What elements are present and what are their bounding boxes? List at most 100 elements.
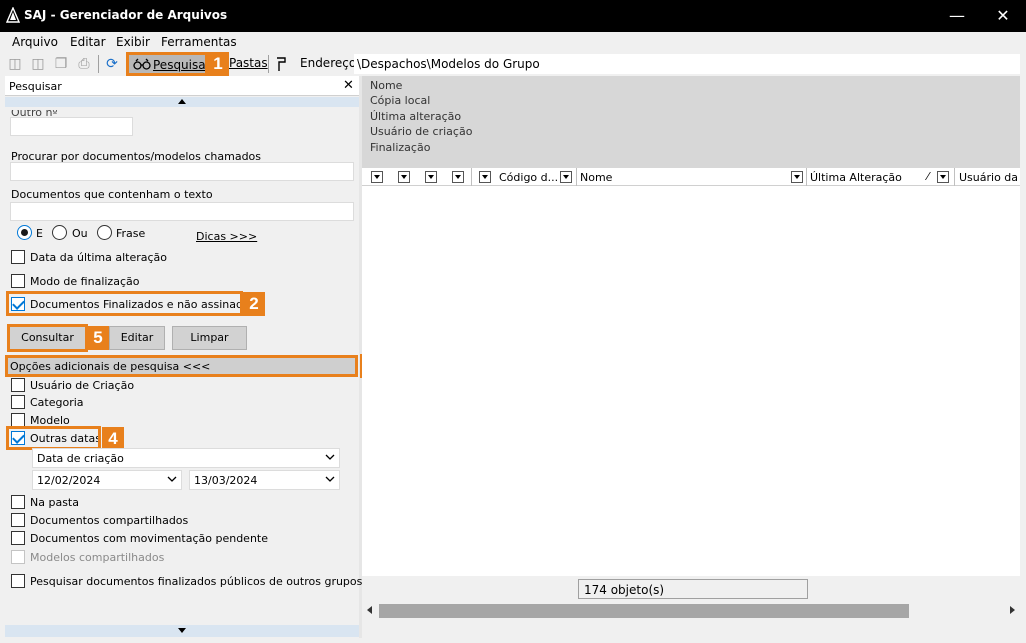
column-code[interactable]: Código d... — [499, 171, 558, 184]
public-finalized-checkbox[interactable] — [11, 574, 25, 588]
badge-5: 5 — [87, 326, 109, 350]
last-change-date-label: Data da última alteração — [30, 251, 167, 264]
scroll-up-button[interactable] — [5, 97, 359, 107]
menu-bar: Arquivo Editar Exibir Ferramentas — [0, 32, 1026, 52]
object-count: 174 objeto(s) — [578, 579, 808, 599]
column-filter-dropdown[interactable] — [560, 171, 572, 183]
info-last-change-label: Última alteração — [370, 110, 462, 123]
folders-button[interactable]: Pastas — [229, 56, 268, 70]
date-from-picker[interactable]: 12/02/2024 — [32, 470, 182, 490]
other-number-input[interactable] — [10, 117, 133, 136]
highlight-1 — [126, 52, 208, 76]
radio-and[interactable] — [17, 225, 32, 240]
file-grid[interactable] — [362, 186, 1020, 576]
saj-logo-icon — [6, 7, 20, 23]
finalization-mode-checkbox[interactable] — [11, 274, 25, 288]
column-filter-dropdown[interactable] — [398, 171, 410, 183]
pending-docs-checkbox[interactable] — [11, 531, 25, 545]
column-name[interactable]: Nome — [580, 171, 612, 184]
toolbar-separator — [268, 55, 269, 73]
last-change-date-checkbox[interactable] — [11, 250, 25, 264]
radio-phrase[interactable] — [97, 225, 112, 240]
chevron-down-icon — [325, 454, 335, 460]
category-checkbox[interactable] — [11, 395, 25, 409]
model-checkbox[interactable] — [11, 413, 25, 427]
print-icon[interactable]: ⎙ — [75, 55, 93, 73]
tips-link[interactable]: Dicas >>> — [196, 230, 257, 243]
search-panel: Pesquisar ✕ Outro nº Procurar por docume… — [5, 76, 382, 638]
copy-icon[interactable]: ❐ — [52, 55, 70, 73]
edit-button[interactable]: Editar — [109, 326, 165, 350]
minimize-button[interactable]: — — [934, 0, 980, 32]
search-by-name-input[interactable] — [10, 162, 354, 181]
column-creator-user[interactable]: Usuário da — [959, 171, 1018, 184]
shared-models-checkbox — [11, 550, 25, 564]
info-name-label: Nome — [370, 79, 403, 92]
menu-ferramentas[interactable]: Ferramentas — [161, 35, 237, 49]
column-filter-dropdown[interactable] — [425, 171, 437, 183]
highlight-5 — [7, 324, 88, 352]
close-window-button[interactable]: ✕ — [980, 0, 1026, 32]
radio-or-label: Ou — [72, 227, 88, 240]
scroll-left-icon[interactable] — [367, 606, 372, 614]
date-to-picker[interactable]: 13/03/2024 — [189, 470, 340, 490]
search-by-text-input[interactable] — [10, 202, 354, 221]
date-type-select[interactable]: Data de criação — [32, 448, 340, 468]
category-label: Categoria — [30, 396, 84, 409]
refresh-icon[interactable]: ⟳ — [103, 55, 121, 73]
date-from-value: 12/02/2024 — [37, 474, 101, 487]
horizontal-scrollbar[interactable] — [362, 602, 1020, 620]
info-local-copy-label: Cópia local — [370, 94, 431, 107]
close-panel-icon[interactable]: ✕ — [343, 78, 354, 93]
public-finalized-label: Pesquisar documentos finalizados público… — [30, 575, 363, 588]
shared-docs-label: Documentos compartilhados — [30, 514, 189, 527]
finalization-mode-label: Modo de finalização — [30, 275, 140, 288]
column-divider — [471, 168, 472, 186]
chevron-down-icon — [325, 476, 335, 482]
date-to-value: 13/03/2024 — [194, 474, 258, 487]
search-by-text-label: Documentos que contenham o texto — [11, 188, 213, 201]
scroll-right-icon[interactable] — [1010, 606, 1015, 614]
in-folder-label: Na pasta — [30, 496, 79, 509]
sort-indicator-icon: ⁄ — [927, 170, 929, 183]
column-filter-dropdown[interactable] — [371, 171, 383, 183]
clear-button[interactable]: Limpar — [172, 326, 247, 350]
shared-docs-checkbox[interactable] — [11, 513, 25, 527]
badge-1: 1 — [207, 52, 229, 76]
title-bar: SAJ - Gerenciador de Arquivos — ✕ — [0, 0, 1026, 32]
chevron-down-icon — [167, 476, 177, 482]
info-creator-label: Usuário de criação — [370, 125, 473, 138]
creator-user-label: Usuário de Criação — [30, 379, 135, 392]
status-bar: 174 objeto(s) — [362, 576, 1020, 602]
date-type-value: Data de criação — [37, 452, 124, 465]
scroll-thumb[interactable] — [379, 604, 909, 618]
new-document-icon[interactable]: ◫ — [6, 55, 24, 73]
column-last-change[interactable]: Última Alteração — [810, 171, 902, 184]
file-grid-header: Código d... Nome Última Alteração ⁄ Usuá… — [362, 168, 1020, 186]
column-filter-dropdown[interactable] — [452, 171, 464, 183]
toolbar-separator — [98, 55, 99, 73]
column-filter-dropdown[interactable] — [479, 171, 491, 183]
address-label: Endereço — [300, 56, 357, 70]
address-field[interactable]: \Despachos\Modelos do Grupo — [354, 54, 1020, 74]
menu-editar[interactable]: Editar — [70, 35, 106, 49]
new-model-icon[interactable]: ◫ — [29, 55, 47, 73]
radio-or[interactable] — [52, 225, 67, 240]
scroll-down-button[interactable] — [5, 625, 359, 637]
search-panel-title: Pesquisar — [9, 80, 62, 93]
shared-models-label: Modelos compartilhados — [30, 551, 165, 564]
arrow-up-icon — [178, 99, 186, 104]
column-filter-dropdown[interactable] — [937, 171, 949, 183]
highlight-4 — [6, 426, 101, 450]
creator-user-checkbox[interactable] — [11, 378, 25, 392]
pending-docs-label: Documentos com movimentação pendente — [30, 532, 268, 545]
radio-phrase-label: Frase — [116, 227, 146, 240]
pin-icon — [277, 57, 286, 71]
column-divider — [576, 168, 577, 186]
menu-arquivo[interactable]: Arquivo — [12, 35, 58, 49]
document-info-panel: Nome Cópia local Última alteração Usuári… — [362, 76, 1020, 168]
menu-exibir[interactable]: Exibir — [116, 35, 150, 49]
badge-2: 2 — [243, 292, 265, 316]
column-filter-dropdown[interactable] — [791, 171, 803, 183]
in-folder-checkbox[interactable] — [11, 495, 25, 509]
